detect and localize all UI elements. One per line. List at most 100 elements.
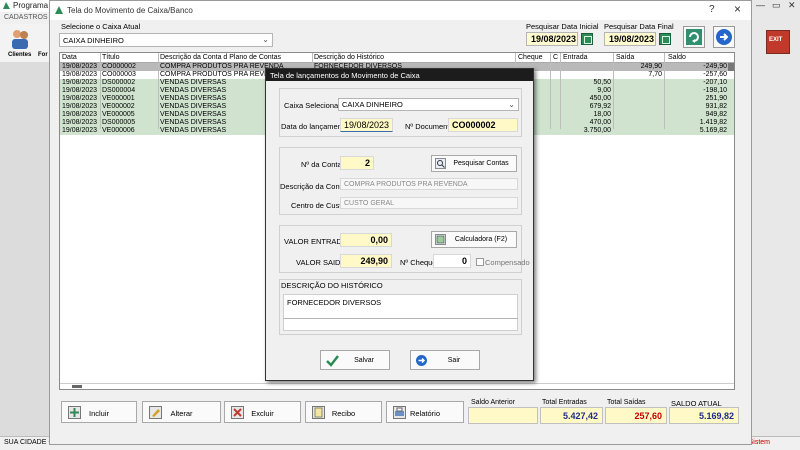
cell-titulo: CO000002 xyxy=(102,63,136,70)
cell-titulo: CO000003 xyxy=(102,71,136,78)
total-saidas-value: 257,60 xyxy=(605,407,667,424)
cell-entrada: 50,50 xyxy=(593,79,611,86)
alterar-button[interactable]: Alterar xyxy=(142,401,221,423)
lancamento-dialog: Tela de lançamentos do Movimento de Caix… xyxy=(265,68,534,381)
cell-saldo: 949,82 xyxy=(705,111,727,118)
col-entrada[interactable]: Entrada xyxy=(563,54,588,61)
documento-input[interactable]: CO000002 xyxy=(448,118,518,132)
cell-saida: 249,90 xyxy=(640,63,662,70)
salvar-button[interactable]: Salvar xyxy=(320,350,390,370)
data-inicial-input[interactable]: 19/08/2023 xyxy=(526,32,578,46)
cell-entrada: 3.750,00 xyxy=(583,127,611,134)
documento-label: Nº Documento xyxy=(405,122,454,131)
cell-entrada: 470,00 xyxy=(589,119,611,126)
cell-titulo: DS000002 xyxy=(102,79,136,86)
historico-textarea[interactable]: FORNECEDOR DIVERSOS xyxy=(283,294,518,331)
next-button[interactable] xyxy=(713,26,735,48)
valor-entrada-input[interactable]: 0,00 xyxy=(340,233,392,247)
cell-saldo: 1.419,82 xyxy=(699,119,727,126)
window-title: Tela do Movimento de Caixa/Banco xyxy=(67,6,193,15)
exit-door-icon[interactable]: EXIT xyxy=(766,30,790,54)
maximize-icon[interactable]: ▭ xyxy=(772,0,781,11)
caixa-atual-label: Selecione o Caixa Atual xyxy=(61,22,141,31)
compensado-checkbox[interactable] xyxy=(476,258,484,266)
cell-entrada: 679,92 xyxy=(589,103,611,110)
historico-label: DESCRIÇÃO DO HISTÓRICO xyxy=(281,281,383,290)
toolbar-clientes-label: Clientes xyxy=(8,52,32,58)
calendar-icon[interactable] xyxy=(581,33,593,45)
col-cheque[interactable]: Cheque xyxy=(518,54,543,61)
valor-saida-input[interactable]: 249,90 xyxy=(340,254,392,268)
chevron-down-icon: ⌄ xyxy=(262,35,269,44)
window-app-icon xyxy=(55,6,63,14)
cell-data: 19/08/2023 xyxy=(62,103,98,110)
recibo-button[interactable]: Recibo xyxy=(305,401,382,423)
total-entradas-value: 5.427,42 xyxy=(540,407,603,424)
cell-saldo: 5.169,82 xyxy=(699,127,727,134)
data-final-input[interactable]: 19/08/2023 xyxy=(604,32,656,46)
calculadora-label: Calculadora (F2) xyxy=(454,236,508,243)
pesquisar-contas-button[interactable]: Pesquisar Contas xyxy=(431,155,517,172)
excluir-button[interactable]: Excluir xyxy=(224,401,301,423)
grid-header: Data Título Descrição da Conta d Plano d… xyxy=(60,53,734,63)
col-conta[interactable]: Descrição da Conta d Plano de Contas xyxy=(160,54,281,61)
sair-button[interactable]: Sair xyxy=(410,350,480,370)
calendar-icon[interactable] xyxy=(659,33,671,45)
col-titulo[interactable]: Título xyxy=(102,54,120,61)
saldo-anterior-value xyxy=(468,407,538,424)
window-close-icon[interactable]: × xyxy=(734,2,741,16)
relatorio-button[interactable]: Relatório xyxy=(386,401,464,423)
minimize-icon[interactable]: — xyxy=(756,0,765,10)
compensado-label: Compensado xyxy=(485,258,530,267)
caixa-atual-value: CAIXA DINHEIRO xyxy=(63,36,124,45)
refresh-button[interactable] xyxy=(683,26,705,48)
window-title-bar: Tela do Movimento de Caixa/Banco ? × xyxy=(50,1,751,20)
refresh-icon xyxy=(686,29,702,45)
cell-data: 19/08/2023 xyxy=(62,63,98,70)
incluir-label: Incluir xyxy=(88,409,109,418)
app-close-icon[interactable]: ✕ xyxy=(788,0,796,11)
caixa-selecionado-select[interactable]: CAIXA DINHEIRO ⌄ xyxy=(338,98,519,111)
valor-saida-label: VALOR SAIDA xyxy=(296,258,346,267)
cell-titulo: DS000005 xyxy=(102,119,136,126)
total-saidas-label: Total Saídas xyxy=(607,399,646,406)
col-historico[interactable]: Descrição do Histórico xyxy=(314,54,384,61)
descricao-conta-field: COMPRA PRODUTOS PRA REVENDA xyxy=(340,178,518,190)
valor-entrada-label: VALOR ENTRADA xyxy=(284,237,347,246)
cheque-label: Nº Cheque xyxy=(400,258,437,267)
pesquisar-contas-label: Pesquisar Contas xyxy=(453,160,509,167)
relatorio-label: Relatório xyxy=(409,409,440,418)
help-icon[interactable]: ? xyxy=(709,4,715,15)
caixa-atual-select[interactable]: CAIXA DINHEIRO ⌄ xyxy=(59,33,273,47)
conta-input[interactable]: 2 xyxy=(340,156,374,170)
app-logo-icon xyxy=(2,1,11,10)
recibo-label: Recibo xyxy=(331,409,356,418)
dialog-title: Tela de lançamentos do Movimento de Caix… xyxy=(266,69,533,81)
calculadora-button[interactable]: Calculadora (F2) xyxy=(431,231,517,248)
chevron-down-icon: ⌄ xyxy=(508,100,515,109)
historico-value: FORNECEDOR DIVERSOS xyxy=(287,298,382,307)
cell-titulo: DS000004 xyxy=(102,87,136,94)
checkmark-icon xyxy=(326,354,339,369)
data-lancamento-input[interactable]: 19/08/2023 xyxy=(340,118,393,132)
grid-vertical-scrollbar[interactable] xyxy=(728,63,734,71)
menu-cadastros[interactable]: CADASTROS xyxy=(4,14,48,21)
col-data[interactable]: Data xyxy=(62,54,77,61)
cell-data: 19/08/2023 xyxy=(62,127,98,134)
centro-custo-label: Centro de Custo xyxy=(291,201,346,210)
col-c[interactable]: C xyxy=(553,54,558,61)
cell-saida: 7,70 xyxy=(648,71,662,78)
saldo-anterior-label: Saldo Anterior xyxy=(471,399,515,406)
incluir-button[interactable]: Incluir xyxy=(61,401,137,423)
status-city: SUA CIDADE - xyxy=(4,439,51,446)
clientes-icon[interactable] xyxy=(10,28,30,50)
cheque-input[interactable]: 0 xyxy=(433,254,471,268)
col-saldo[interactable]: Saldo xyxy=(668,54,686,61)
excluir-label: Excluir xyxy=(251,409,274,418)
col-saida[interactable]: Saída xyxy=(616,54,634,61)
grid-horizontal-scrollbar[interactable] xyxy=(60,383,734,389)
cell-data: 19/08/2023 xyxy=(62,111,98,118)
cell-data: 19/08/2023 xyxy=(62,71,98,78)
cell-entrada: 9,00 xyxy=(597,87,611,94)
cell-saldo: -249,90 xyxy=(703,63,727,70)
